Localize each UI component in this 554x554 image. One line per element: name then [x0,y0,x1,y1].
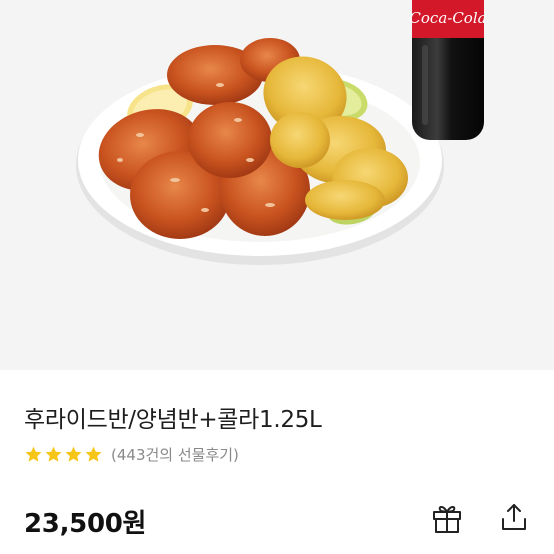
product-info: 후라이드반/양념반+콜라1.25L (443건의 선물후기) 23,500원 [0,370,554,554]
star-rating [24,445,103,464]
star-icon [24,445,43,464]
gift-icon [430,500,464,538]
product-image: Coca-Cola [0,0,554,370]
product-title: 후라이드반/양념반+콜라1.25L [24,407,322,433]
cola-bottle: Coca-Cola [409,0,487,140]
share-icon [499,502,529,536]
review-count-link[interactable]: (443건의 선물후기) [111,444,239,465]
star-icon [64,445,83,464]
product-page: Coca-Cola 후라이드반/양념반+콜라1.25L (443건의 선물후기)… [0,0,554,554]
star-icon [44,445,63,464]
product-price: 23,500원 [24,509,147,539]
bottle-label: Coca-Cola [409,9,486,27]
share-button[interactable] [494,499,534,539]
gift-button[interactable] [427,499,467,539]
star-icon [84,445,103,464]
rating-row[interactable]: (443건의 선물후기) [24,444,239,465]
chicken-plate-illustration: Coca-Cola [76,0,487,265]
